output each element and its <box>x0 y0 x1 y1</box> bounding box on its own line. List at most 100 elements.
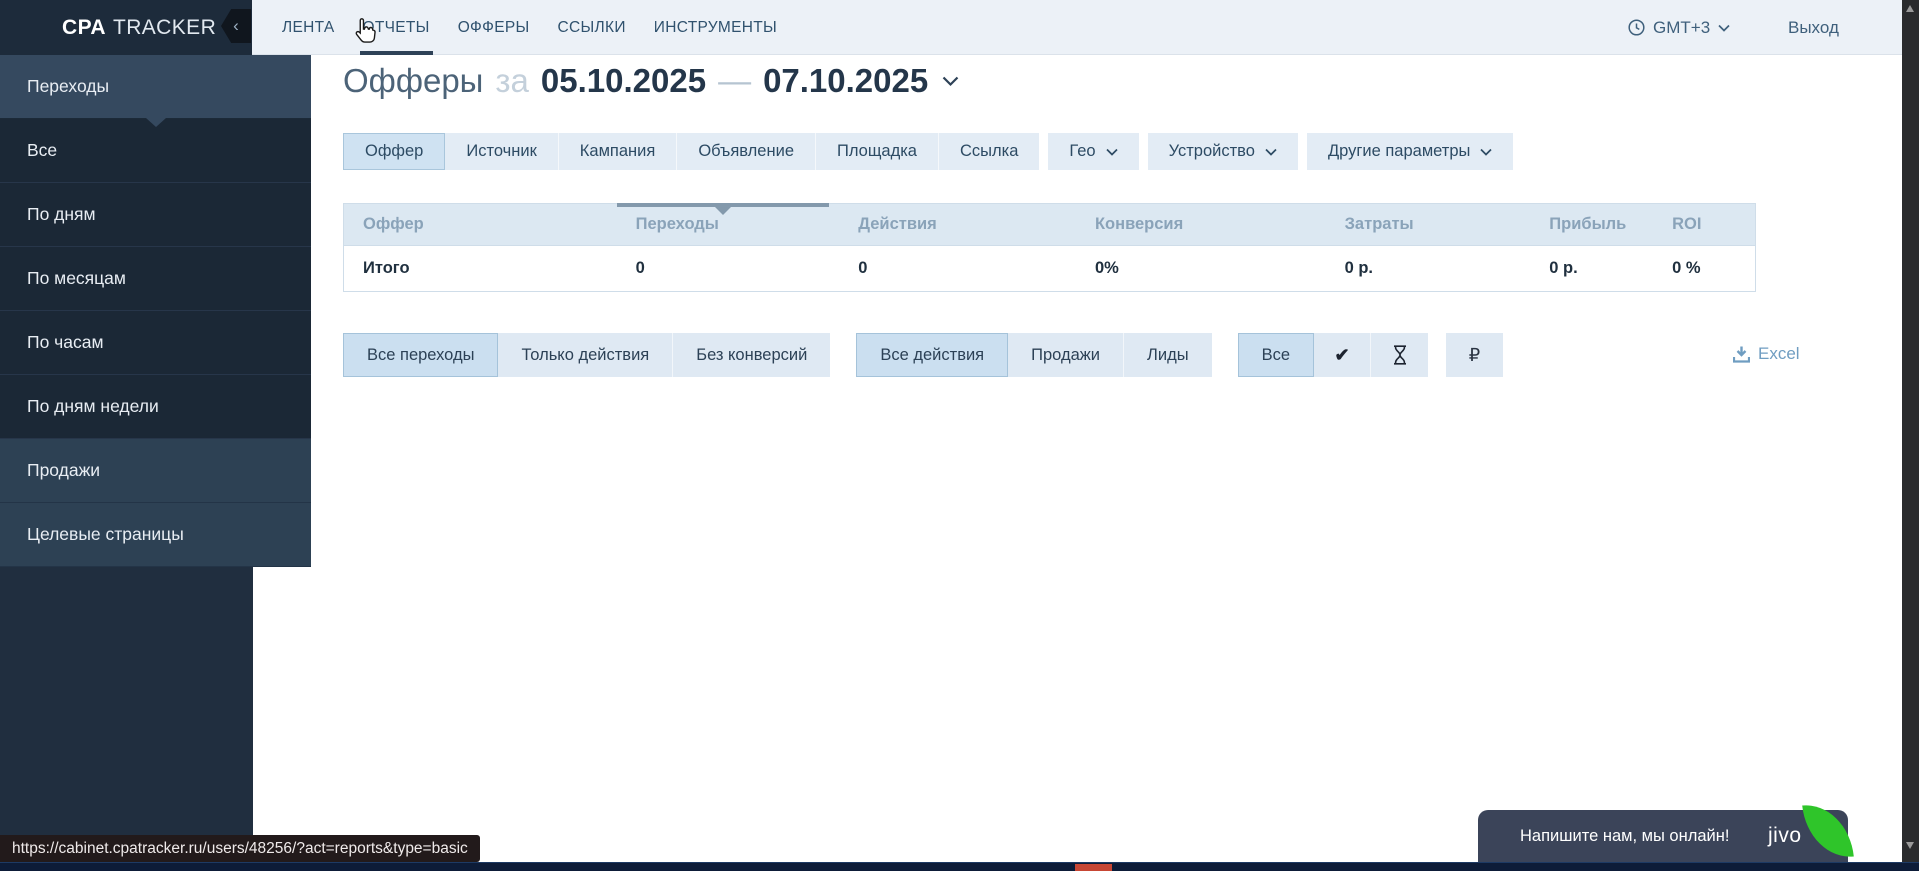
date-range-dropdown[interactable] <box>942 76 959 87</box>
totals-costs: 0 р. <box>1326 259 1531 278</box>
column-header-profit[interactable]: Прибыль <box>1530 204 1653 245</box>
nav-item-reports[interactable]: ОТЧЕТЫ <box>363 0 430 55</box>
page-title-entity: Офферы <box>343 62 483 100</box>
ruble-icon: ₽ <box>1469 345 1480 366</box>
chat-message: Напишите нам, мы онлайн! <box>1478 827 1729 846</box>
date-from[interactable]: 05.10.2025 <box>541 62 706 100</box>
jivo-leaf-icon <box>1802 801 1854 862</box>
download-icon <box>1733 346 1750 363</box>
filter-status-all[interactable]: Все <box>1238 333 1314 377</box>
export-excel-label: Excel <box>1758 344 1800 364</box>
sidebar-item-po-dnyam-nedeli[interactable]: По дням недели <box>0 375 311 439</box>
sidebar-item-label: Переходы <box>27 76 109 97</box>
column-header-clicks-label: Переходы <box>636 215 719 234</box>
filter-bar: Все переходы Только действия Без конверс… <box>343 333 1503 377</box>
chevron-down-icon <box>942 76 959 87</box>
tab-other-params-label: Другие параметры <box>1328 142 1470 161</box>
chevron-down-icon <box>1106 148 1118 156</box>
taskbar-strip <box>0 862 1919 871</box>
dimension-tabs: Оффер Источник Кампания Объявление Площа… <box>343 133 1513 170</box>
app-window: ЛЕНТА ОТЧЕТЫ ОФФЕРЫ ССЫЛКИ ИНСТРУМЕНТЫ G… <box>0 0 1919 871</box>
tab-ad[interactable]: Объявление <box>677 133 816 170</box>
filter-no-conversions[interactable]: Без конверсий <box>673 333 830 377</box>
filter-confirmed-button[interactable]: ✔ <box>1314 333 1371 377</box>
tab-link[interactable]: Ссылка <box>939 133 1039 170</box>
report-table: Оффер Переходы Действия Конверсия Затрат… <box>343 203 1756 292</box>
tab-platform[interactable]: Площадка <box>816 133 939 170</box>
filter-pending-button[interactable] <box>1371 333 1428 377</box>
filter-all-actions[interactable]: Все действия <box>856 333 1008 377</box>
date-to[interactable]: 07.10.2025 <box>763 62 928 100</box>
jivo-logo: jivo <box>1768 824 1802 848</box>
table-header-row: Оффер Переходы Действия Конверсия Затрат… <box>343 203 1756 246</box>
timezone-label: GMT+3 <box>1653 18 1710 38</box>
totals-label: Итого <box>344 259 617 278</box>
sidebar-item-po-dnyam[interactable]: По дням <box>0 183 311 247</box>
tab-offer[interactable]: Оффер <box>343 133 445 170</box>
browser-status-bar: https://cabinet.cpatracker.ru/users/4825… <box>0 835 480 862</box>
active-section-notch <box>146 118 166 127</box>
sidebar-item-perehody[interactable]: Переходы <box>0 55 311 119</box>
totals-roi: 0 % <box>1653 259 1755 278</box>
export-excel-link[interactable]: Excel <box>1733 344 1800 364</box>
totals-actions: 0 <box>839 259 1076 278</box>
tab-device-dropdown[interactable]: Устройство <box>1148 133 1298 170</box>
column-header-actions[interactable]: Действия <box>839 204 1076 245</box>
sidebar-item-vse[interactable]: Все <box>0 119 311 183</box>
nav-item-links[interactable]: ССЫЛКИ <box>558 0 626 55</box>
tab-other-params-dropdown[interactable]: Другие параметры <box>1307 133 1513 170</box>
filter-paid-button[interactable]: ₽ <box>1446 333 1503 377</box>
status-url: https://cabinet.cpatracker.ru/users/4825… <box>12 840 468 858</box>
chevron-down-icon <box>1265 148 1277 156</box>
tab-campaign[interactable]: Кампания <box>559 133 678 170</box>
status-filter-group: Все ✔ <box>1238 333 1428 377</box>
nav-item-lenta[interactable]: ЛЕНТА <box>282 0 335 55</box>
vertical-scrollbar[interactable] <box>1902 0 1919 871</box>
sidebar-item-po-chasam[interactable]: По часам <box>0 311 311 375</box>
page-title: Офферы за 05.10.2025 — 07.10.2025 <box>343 62 959 100</box>
chevron-down-icon <box>1718 24 1730 32</box>
chevron-down-icon <box>1480 148 1492 156</box>
sidebar-item-celevye-stranicy[interactable]: Целевые страницы <box>0 503 311 567</box>
filter-sales[interactable]: Продажи <box>1008 333 1124 377</box>
nav-item-reports-label: ОТЧЕТЫ <box>363 19 430 37</box>
app-logo: CPA TRACKER <box>0 0 252 55</box>
table-totals-row: Итого 0 0 0% 0 р. 0 р. 0 % <box>343 246 1756 292</box>
chat-widget[interactable]: Напишите нам, мы онлайн! jivo <box>1478 810 1848 862</box>
transitions-filter-group: Все переходы Только действия Без конверс… <box>343 333 830 377</box>
totals-profit: 0 р. <box>1530 259 1653 278</box>
nav-item-tools[interactable]: ИНСТРУМЕНТЫ <box>654 0 777 55</box>
filter-leads[interactable]: Лиды <box>1124 333 1212 377</box>
currency-filter-group: ₽ <box>1446 333 1503 377</box>
logo-text-bold: CPA <box>62 16 106 40</box>
clock-icon <box>1628 19 1645 36</box>
sidebar-item-prodazhi[interactable]: Продажи <box>0 439 311 503</box>
scroll-up-icon[interactable] <box>1906 5 1914 12</box>
logout-link[interactable]: Выход <box>1788 0 1839 55</box>
tab-geo-dropdown[interactable]: Гео <box>1048 133 1138 170</box>
totals-conversion: 0% <box>1076 259 1326 278</box>
tab-source[interactable]: Источник <box>445 133 558 170</box>
timezone-selector[interactable]: GMT+3 <box>1628 0 1730 55</box>
tab-device-label: Устройство <box>1169 142 1255 161</box>
top-nav: ЛЕНТА ОТЧЕТЫ ОФФЕРЫ ССЫЛКИ ИНСТРУМЕНТЫ <box>282 0 777 55</box>
date-dash: — <box>718 62 751 100</box>
column-header-conversion[interactable]: Конверсия <box>1076 204 1326 245</box>
column-header-roi[interactable]: ROI <box>1653 204 1755 245</box>
hourglass-icon <box>1392 345 1408 365</box>
column-header-costs[interactable]: Затраты <box>1326 204 1531 245</box>
filter-all-transitions[interactable]: Все переходы <box>343 333 498 377</box>
logo-text-light: TRACKER <box>113 16 216 40</box>
column-header-clicks[interactable]: Переходы <box>617 204 840 245</box>
collapse-chevron-icon: ‹ <box>233 16 239 36</box>
check-icon: ✔ <box>1334 345 1349 366</box>
tab-geo-label: Гео <box>1069 142 1095 161</box>
filter-only-actions[interactable]: Только действия <box>498 333 673 377</box>
active-tab-underline <box>360 51 433 55</box>
sidebar-item-po-mesyacam[interactable]: По месяцам <box>0 247 311 311</box>
column-header-offer[interactable]: Оффер <box>344 204 617 245</box>
nav-item-offers[interactable]: ОФФЕРЫ <box>458 0 530 55</box>
scroll-down-icon[interactable] <box>1906 842 1914 849</box>
sidebar-menu: Переходы Все По дням По месяцам По часам… <box>0 55 311 567</box>
sort-direction-icon <box>715 207 731 215</box>
